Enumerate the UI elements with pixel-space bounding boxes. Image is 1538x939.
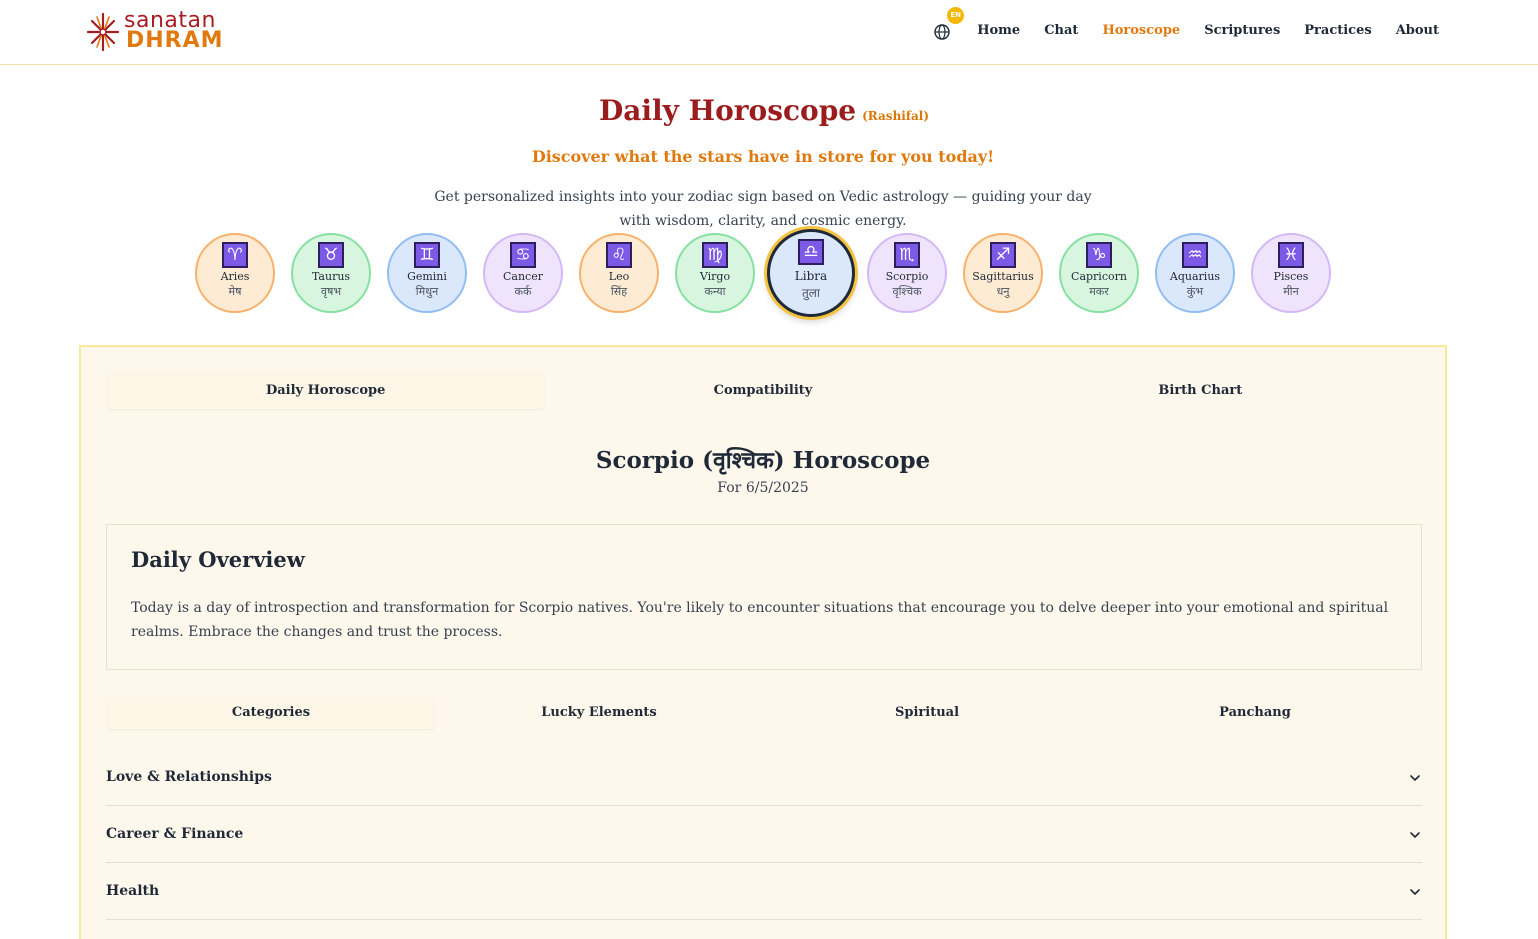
brand-line-2: DHRAM <box>126 28 224 53</box>
zodiac-name-en: Sagittarius <box>972 270 1034 283</box>
zodiac-pisces[interactable]: ♓ Pisces मीन <box>1251 233 1331 313</box>
zodiac-capricorn[interactable]: ♑ Capricorn मकर <box>1059 233 1139 313</box>
zodiac-name-en: Leo <box>608 270 630 283</box>
zodiac-name-en: Capricorn <box>1071 270 1127 283</box>
zodiac-name-en: Aquarius <box>1169 270 1221 283</box>
tab-lucky-elements[interactable]: Lucky Elements <box>435 697 763 729</box>
sagittarius-icon: ♐ <box>990 242 1016 268</box>
zodiac-name-hi: वृश्चिक <box>892 285 922 298</box>
zodiac-name-hi: मकर <box>1089 285 1109 298</box>
nav-horoscope[interactable]: Horoscope <box>1102 23 1180 38</box>
zodiac-name-en: Cancer <box>503 270 543 283</box>
tab-panchang[interactable]: Panchang <box>1091 697 1419 729</box>
main-nav: EN Home Chat Horoscope Scriptures Practi… <box>933 7 1439 40</box>
nav-home[interactable]: Home <box>977 23 1020 38</box>
leo-icon: ♌ <box>606 242 632 268</box>
accordion-label: Career & Finance <box>106 826 244 842</box>
virgo-icon: ♍ <box>702 242 728 268</box>
tab-categories[interactable]: Categories <box>107 697 435 729</box>
nav-about[interactable]: About <box>1396 23 1439 38</box>
tab-compatibility[interactable]: Compatibility <box>544 373 981 409</box>
nav-scriptures[interactable]: Scriptures <box>1204 23 1280 38</box>
language-badge: EN <box>947 7 965 24</box>
zodiac-name-en: Virgo <box>699 270 731 283</box>
page-tagline: Discover what the stars have in store fo… <box>531 147 995 166</box>
zodiac-name-hi: कर्क <box>514 285 532 298</box>
taurus-icon: ♉ <box>318 242 344 268</box>
zodiac-name-en: Taurus <box>311 270 351 283</box>
page-title: Daily Horoscope (Rashifal) <box>0 94 1528 127</box>
zodiac-aries[interactable]: ♈ Aries मेष <box>195 233 275 313</box>
chevron-down-icon <box>1410 832 1420 839</box>
gemini-icon: ♊ <box>414 242 440 268</box>
aries-icon: ♈ <box>222 242 248 268</box>
cancer-icon: ♋ <box>510 242 536 268</box>
zodiac-scorpio[interactable]: ♏ Scorpio वृश्चिक <box>867 233 947 313</box>
zodiac-virgo[interactable]: ♍ Virgo कन्या <box>675 233 755 313</box>
zodiac-name-en: Gemini <box>407 270 447 283</box>
zodiac-name-hi: धनु <box>996 285 1010 298</box>
pisces-icon: ♓ <box>1278 242 1304 268</box>
libra-icon: ♎ <box>798 239 824 265</box>
zodiac-name-hi: मिथुन <box>415 285 439 298</box>
zodiac-name-hi: कुंभ <box>1186 285 1204 298</box>
horoscope-title: Scorpio (वृश्चिक) Horoscope <box>595 447 931 474</box>
nav-chat[interactable]: Chat <box>1044 23 1078 38</box>
chevron-down-icon <box>1410 889 1420 896</box>
nav-practices[interactable]: Practices <box>1304 23 1371 38</box>
horoscope-panel: Daily Horoscope Compatibility Birth Char… <box>79 345 1447 939</box>
zodiac-name-hi: तुला <box>801 286 821 300</box>
zodiac-name-en: Pisces <box>1273 270 1309 283</box>
zodiac-cancer[interactable]: ♋ Cancer कर्क <box>483 233 563 313</box>
scorpio-icon: ♏ <box>894 242 920 268</box>
accordion-love-relationships[interactable]: Love & Relationships <box>106 749 1422 806</box>
zodiac-name-en: Aries <box>220 270 250 283</box>
zodiac-name-hi: वृषभ <box>320 285 342 298</box>
accordion-label: Health <box>106 883 160 899</box>
zodiac-libra[interactable]: ♎ Libra तुला <box>767 229 855 317</box>
zodiac-aquarius[interactable]: ♒ Aquarius कुंभ <box>1155 233 1235 313</box>
site-header: sanatan DHRAM EN Home Chat Horoscope Scr… <box>0 0 1538 65</box>
zodiac-name-en: Libra <box>794 269 828 283</box>
zodiac-name-hi: मीन <box>1283 285 1299 298</box>
zodiac-name-en: Scorpio <box>885 270 929 283</box>
zodiac-name-hi: कन्या <box>704 285 726 298</box>
aquarius-icon: ♒ <box>1182 242 1208 268</box>
zodiac-leo[interactable]: ♌ Leo सिंह <box>579 233 659 313</box>
chevron-down-icon <box>1410 775 1420 782</box>
globe-icon <box>934 24 950 40</box>
tab-daily-horoscope[interactable]: Daily Horoscope <box>107 373 545 409</box>
tab-spiritual[interactable]: Spiritual <box>763 697 1091 729</box>
brand-logo[interactable]: sanatan DHRAM <box>86 6 226 54</box>
language-selector[interactable]: EN <box>933 7 965 40</box>
zodiac-gemini[interactable]: ♊ Gemini मिथुन <box>387 233 467 313</box>
zodiac-name-hi: मेष <box>228 285 242 298</box>
zodiac-taurus[interactable]: ♉ Taurus वृषभ <box>291 233 371 313</box>
accordion-health[interactable]: Health <box>106 863 1422 920</box>
sun-logo-icon <box>86 12 120 52</box>
zodiac-name-hi: सिंह <box>610 285 628 298</box>
overview-heading: Daily Overview <box>131 547 305 572</box>
accordion-career-finance[interactable]: Career & Finance <box>106 806 1422 863</box>
daily-overview-card: Daily Overview Today is a day of introsp… <box>106 524 1422 670</box>
detail-tabs: Categories Lucky Elements Spiritual Panc… <box>107 697 1419 729</box>
page-description: Get personalized insights into your zodi… <box>434 189 1092 229</box>
page-title-main: Daily Horoscope <box>598 94 857 127</box>
page-title-sub: (Rashifal) <box>862 109 930 123</box>
tab-birth-chart[interactable]: Birth Chart <box>982 373 1419 409</box>
capricorn-icon: ♑ <box>1086 242 1112 268</box>
main-tabs: Daily Horoscope Compatibility Birth Char… <box>107 373 1419 409</box>
overview-text: Today is a day of introspection and tran… <box>131 600 1389 640</box>
accordion-label: Love & Relationships <box>106 769 272 785</box>
zodiac-sagittarius[interactable]: ♐ Sagittarius धनु <box>963 233 1043 313</box>
horoscope-date: For 6/5/2025 <box>717 480 809 496</box>
